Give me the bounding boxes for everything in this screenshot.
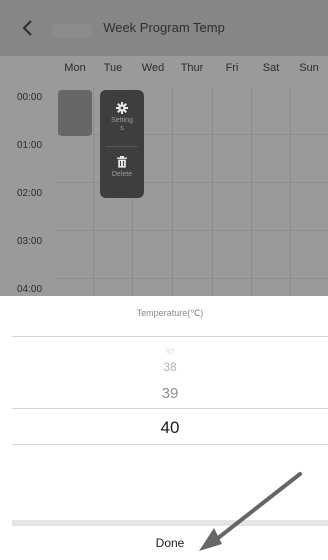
gear-icon — [116, 102, 128, 114]
time-label-0000: 00:00 — [17, 92, 43, 103]
day-label-tue: Tue — [103, 62, 123, 74]
grid-row-line — [55, 278, 328, 279]
chevron-left-icon — [22, 20, 32, 36]
day-label-wed: Wed — [141, 62, 165, 74]
delete-label: Delete — [111, 171, 133, 178]
done-button[interactable]: Done — [12, 526, 328, 560]
grid-row-line — [55, 230, 328, 231]
selection-line-bottom — [12, 444, 328, 445]
grid-column-line — [212, 86, 213, 296]
grid-row-line — [55, 182, 328, 183]
picker-selected-value[interactable]: 40 — [12, 418, 328, 438]
day-label-mon: Mon — [64, 62, 86, 74]
page-title: Week Program Temp — [103, 20, 225, 35]
navigation-bar: Week Program Temp — [0, 0, 328, 56]
grid-column-line — [93, 86, 94, 296]
picker-option[interactable]: 38 — [12, 360, 328, 374]
grid-column-line — [290, 86, 291, 296]
menu-divider — [106, 146, 138, 147]
day-label-fri: Fri — [225, 62, 239, 74]
selection-line-top — [12, 408, 328, 409]
delete-menu-item[interactable]: Delete — [100, 156, 144, 178]
trash-icon — [117, 156, 127, 168]
picker-title: Temperature(℃) — [136, 308, 204, 318]
time-label-0400: 04:00 — [17, 284, 43, 295]
schedule-view: Week Program Temp Mon Tue Wed Thur Fri S… — [0, 0, 328, 296]
day-label-sat: Sat — [262, 62, 280, 74]
picker-option[interactable]: 37 — [12, 348, 328, 354]
time-label-0300: 03:00 — [17, 236, 43, 247]
day-header-row: Mon Tue Wed Thur Fri Sat Sun — [0, 56, 328, 82]
setting-label: Setting s — [111, 117, 133, 132]
temperature-picker-sheet: Temperature(℃) 37 38 39 40 Done — [12, 296, 328, 560]
grid-column-line — [172, 86, 173, 296]
time-label-0200: 02:00 — [17, 188, 43, 199]
sheet-divider — [12, 336, 328, 337]
day-label-sun: Sun — [299, 62, 319, 74]
picker-option[interactable]: 39 — [12, 385, 328, 402]
setting-menu-item[interactable]: Setting s — [100, 102, 144, 133]
grid-column-line — [251, 86, 252, 296]
faint-header-text — [52, 24, 92, 38]
time-label-0100: 01:00 — [17, 140, 43, 151]
schedule-grid[interactable] — [55, 86, 328, 296]
schedule-block-mon[interactable] — [58, 90, 92, 136]
block-context-menu: Setting s Delete — [100, 90, 144, 198]
day-label-thur: Thur — [180, 62, 204, 74]
grid-row-line — [55, 134, 328, 135]
back-button[interactable] — [18, 18, 38, 38]
